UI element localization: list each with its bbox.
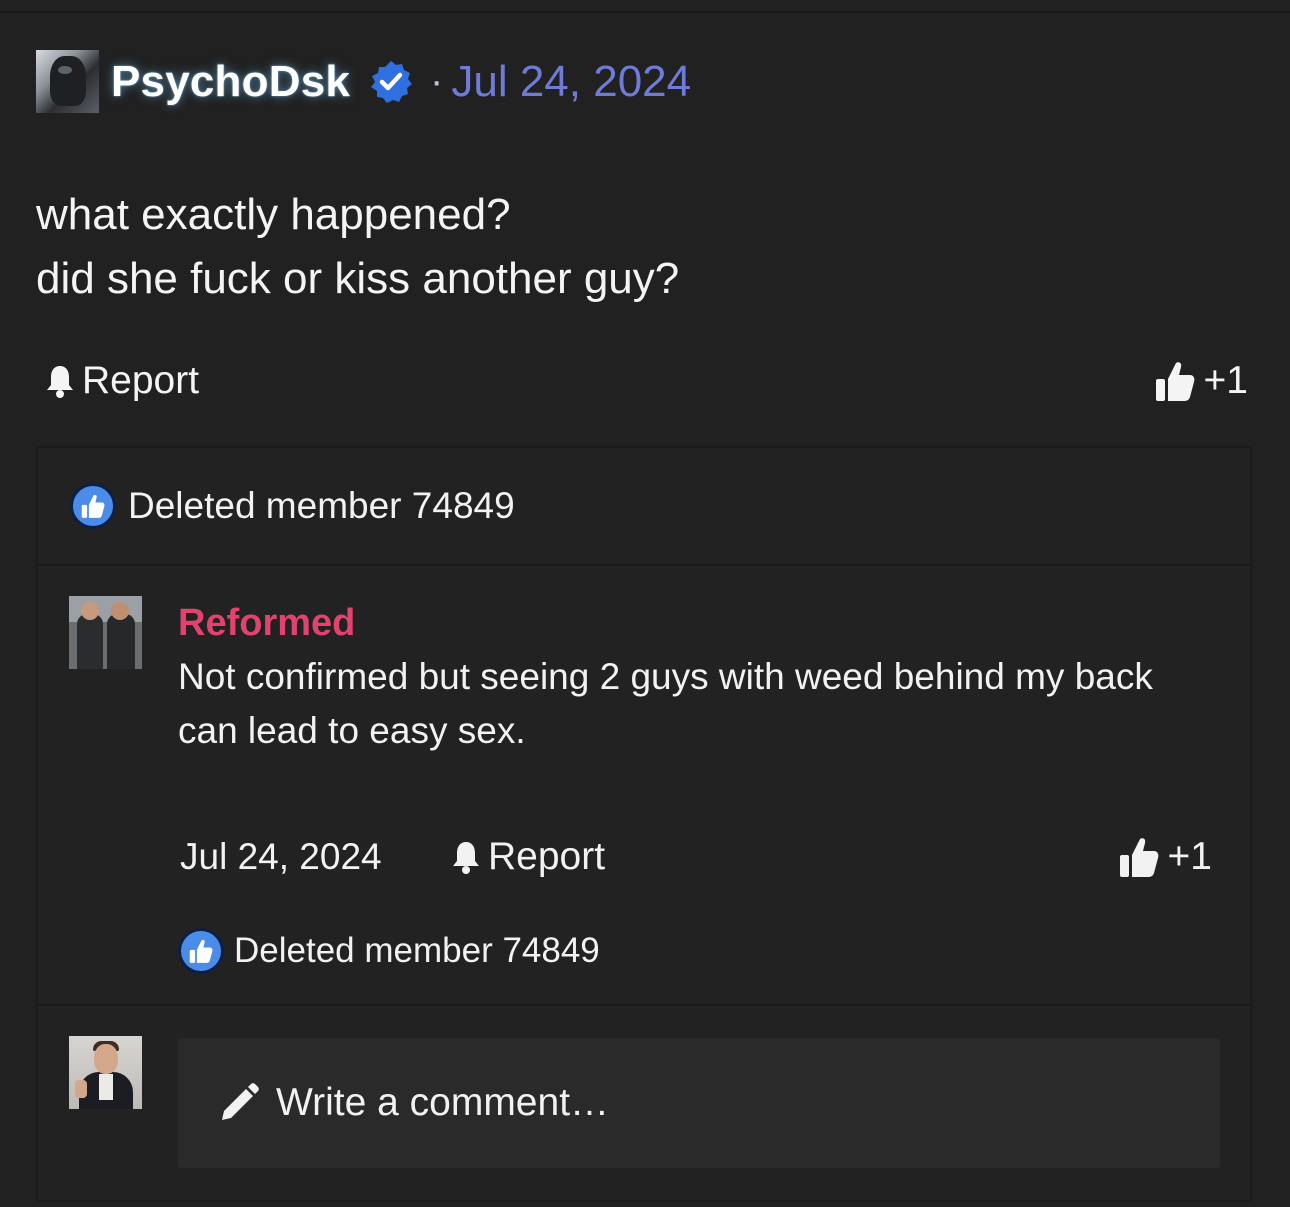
- reply-date[interactable]: Jul 24, 2024: [180, 836, 382, 878]
- report-label: Report: [82, 359, 200, 402]
- bell-icon: [47, 366, 73, 398]
- like-count: +1: [1203, 359, 1248, 402]
- reactor-name[interactable]: Deleted member 74849: [128, 485, 515, 527]
- thumbs-up-icon: [1119, 838, 1158, 877]
- author-avatar[interactable]: [36, 50, 99, 113]
- reply-report-label: Report: [488, 835, 606, 878]
- comment-placeholder: Write a comment…: [276, 1081, 610, 1124]
- reply-text: Not confirmed but seeing 2 guys with wee…: [178, 656, 1153, 751]
- reply-like-count: +1: [1167, 835, 1212, 878]
- author-username[interactable]: PsychoDsk: [111, 57, 350, 107]
- current-user-avatar: [69, 1036, 142, 1109]
- reply-author-avatar[interactable]: [69, 596, 142, 669]
- like-button[interactable]: +1: [1154, 356, 1248, 406]
- bell-icon: [453, 842, 479, 874]
- comment-composer: Write a comment…: [38, 1006, 1250, 1202]
- report-button[interactable]: Report: [44, 358, 199, 404]
- post-date[interactable]: Jul 24, 2024: [451, 57, 691, 107]
- thumbs-up-icon: [1155, 362, 1194, 401]
- reply-report-button[interactable]: Report: [450, 834, 605, 880]
- post-body-line: did she fuck or kiss another guy?: [36, 254, 680, 303]
- write-comment-input[interactable]: Write a comment…: [178, 1038, 1220, 1168]
- top-divider: [0, 11, 1290, 13]
- post-body: what exactly happened? did she fuck or k…: [36, 183, 1236, 311]
- reply-reactions[interactable]: Deleted member 74849: [178, 926, 600, 976]
- post-reactions[interactable]: Deleted member 74849: [38, 448, 1250, 566]
- header-separator: ·: [430, 59, 444, 103]
- reply-like-button[interactable]: +1: [1118, 832, 1212, 882]
- replies-container: Deleted member 74849 Reformed Not confir…: [36, 446, 1252, 1202]
- post-body-line: what exactly happened?: [36, 190, 511, 239]
- reply-author-name[interactable]: Reformed: [178, 602, 355, 645]
- verified-badge-icon: [371, 60, 413, 103]
- like-reaction-icon: [178, 928, 224, 974]
- post-header: PsychoDsk · Jul 24, 2024: [36, 50, 691, 113]
- pencil-icon: [222, 1083, 259, 1120]
- like-reaction-icon: [70, 483, 116, 529]
- reply-reactor-name[interactable]: Deleted member 74849: [234, 931, 600, 971]
- reply-comment: Reformed Not confirmed but seeing 2 guys…: [38, 566, 1250, 1006]
